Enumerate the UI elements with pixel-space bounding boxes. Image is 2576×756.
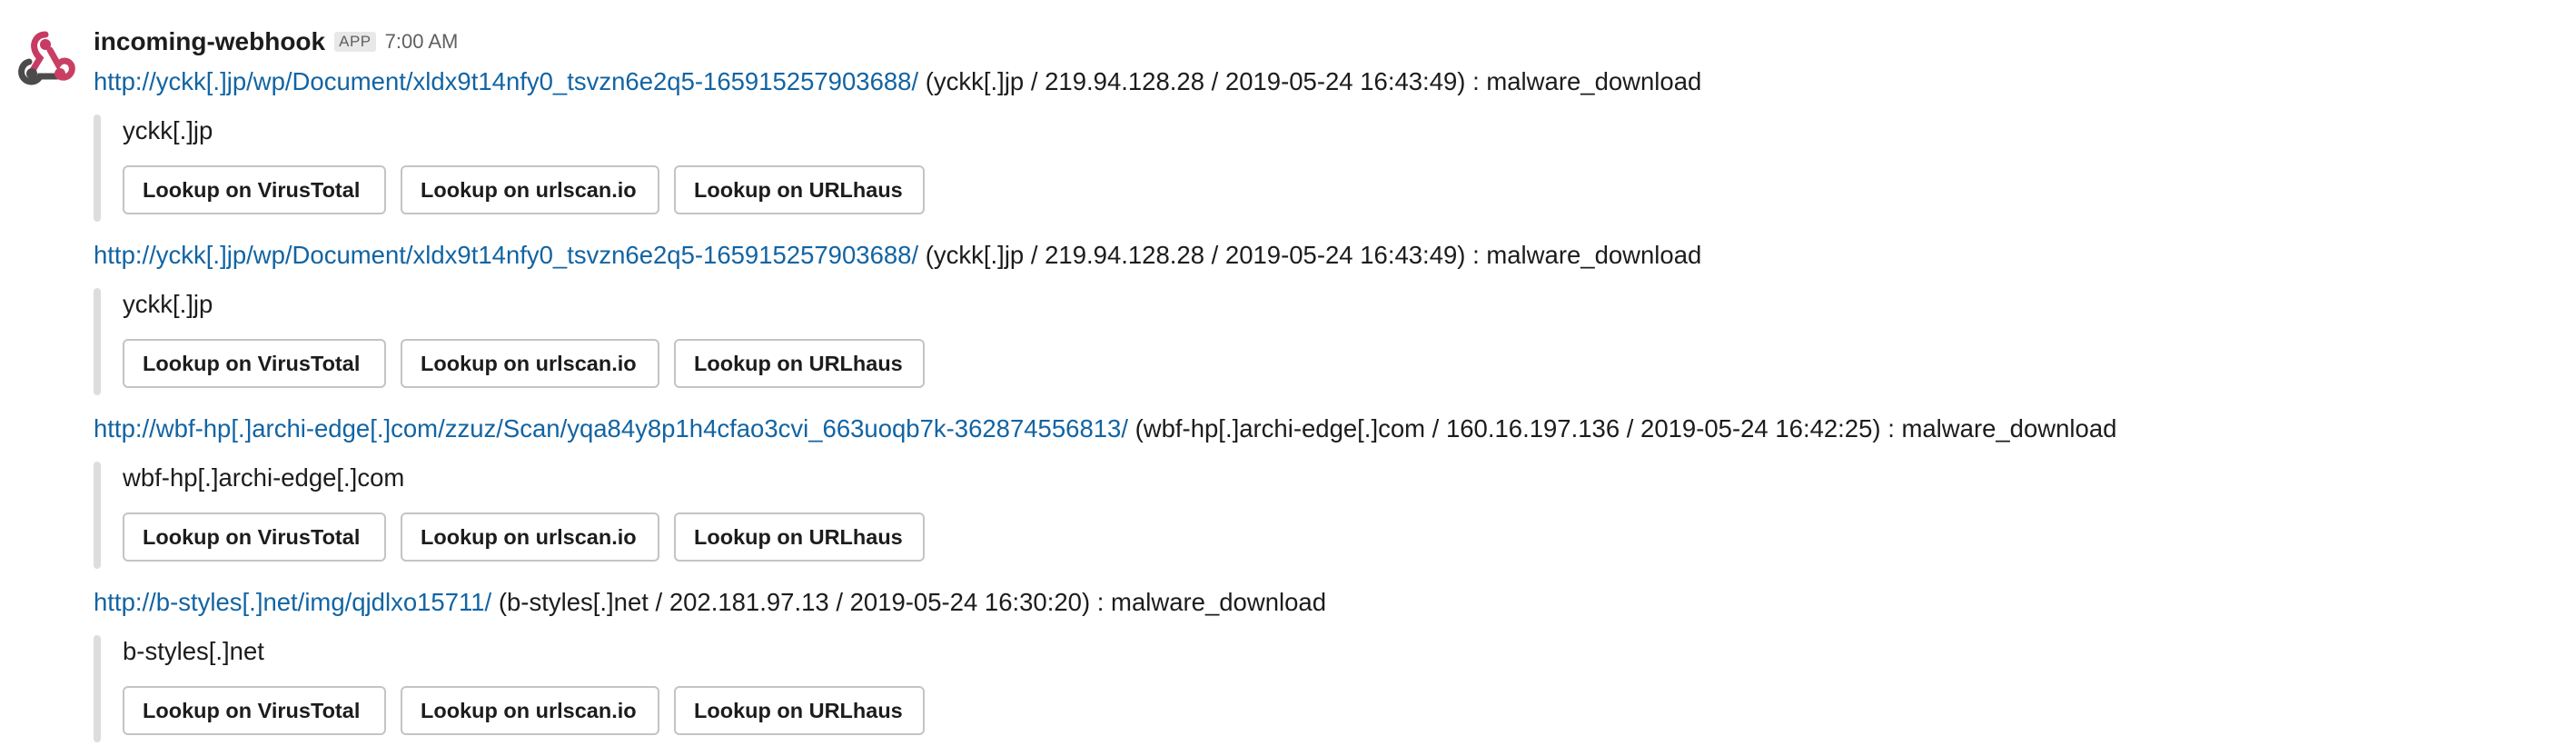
alert-info: (b-styles[.]net / 202.181.97.13 / 2019-0…	[491, 588, 1326, 616]
attachment: wbf-hp[.]archi-edge[.]com Lookup on Viru…	[94, 462, 2546, 569]
webhook-icon[interactable]	[13, 25, 78, 91]
lookup-urlscan-button[interactable]: Lookup on urlscan.io	[401, 165, 659, 214]
alert-info: (yckk[.]jp / 219.94.128.28 / 2019-05-24 …	[918, 67, 1702, 95]
attachment: yckk[.]jp Lookup on VirusTotal Lookup on…	[94, 288, 2546, 395]
attachment-bar	[94, 462, 101, 569]
action-buttons: Lookup on VirusTotal Lookup on urlscan.i…	[123, 339, 2546, 388]
malware-url-link[interactable]: http://yckk[.]jp/wp/Document/xldx9t14nfy…	[94, 67, 918, 95]
attachment: b-styles[.]net Lookup on VirusTotal Look…	[94, 635, 2546, 742]
alert-entry: http://yckk[.]jp/wp/Document/xldx9t14nfy…	[94, 239, 2546, 395]
attachment-domain: yckk[.]jp	[123, 116, 213, 144]
lookup-urlhaus-button[interactable]: Lookup on URLhaus	[674, 686, 925, 735]
alert-entry: http://yckk[.]jp/wp/Document/xldx9t14nfy…	[94, 65, 2546, 222]
lookup-urlhaus-button[interactable]: Lookup on URLhaus	[674, 512, 925, 562]
attachment: yckk[.]jp Lookup on VirusTotal Lookup on…	[94, 114, 2546, 222]
lookup-virustotal-button[interactable]: Lookup on VirusTotal	[123, 339, 386, 388]
sender-name[interactable]: incoming-webhook	[94, 27, 325, 56]
lookup-virustotal-button[interactable]: Lookup on VirusTotal	[123, 512, 386, 562]
action-buttons: Lookup on VirusTotal Lookup on urlscan.i…	[123, 686, 2546, 735]
timestamp[interactable]: 7:00 AM	[385, 30, 459, 54]
app-badge: APP	[334, 32, 376, 52]
alert-info: (yckk[.]jp / 219.94.128.28 / 2019-05-24 …	[918, 241, 1702, 269]
lookup-virustotal-button[interactable]: Lookup on VirusTotal	[123, 165, 386, 214]
alert-entry: http://wbf-hp[.]archi-edge[.]com/zzuz/Sc…	[94, 413, 2546, 569]
lookup-urlhaus-button[interactable]: Lookup on URLhaus	[674, 165, 925, 214]
alert-info: (wbf-hp[.]archi-edge[.]com / 160.16.197.…	[1127, 414, 2117, 443]
attachment-domain: yckk[.]jp	[123, 290, 213, 318]
attachment-domain: b-styles[.]net	[123, 637, 264, 665]
message: incoming-webhook APP 7:00 AM http://yckk…	[0, 0, 2576, 756]
attachment-bar	[94, 635, 101, 742]
attachment-domain: wbf-hp[.]archi-edge[.]com	[123, 463, 405, 492]
lookup-urlscan-button[interactable]: Lookup on urlscan.io	[401, 512, 659, 562]
action-buttons: Lookup on VirusTotal Lookup on urlscan.i…	[123, 512, 2546, 562]
attachment-bar	[94, 288, 101, 395]
lookup-urlscan-button[interactable]: Lookup on urlscan.io	[401, 686, 659, 735]
webhook-icon-svg	[18, 31, 75, 85]
attachment-bar	[94, 114, 101, 222]
malware-url-link[interactable]: http://yckk[.]jp/wp/Document/xldx9t14nfy…	[94, 241, 918, 269]
lookup-urlhaus-button[interactable]: Lookup on URLhaus	[674, 339, 925, 388]
action-buttons: Lookup on VirusTotal Lookup on urlscan.i…	[123, 165, 2546, 214]
malware-url-link[interactable]: http://b-styles[.]net/img/qjdlxo15711/	[94, 588, 491, 616]
alert-line: http://yckk[.]jp/wp/Document/xldx9t14nfy…	[94, 65, 2546, 98]
malware-url-link[interactable]: http://wbf-hp[.]archi-edge[.]com/zzuz/Sc…	[94, 414, 1128, 443]
alert-line: http://yckk[.]jp/wp/Document/xldx9t14nfy…	[94, 239, 2546, 272]
message-header: incoming-webhook APP 7:00 AM	[94, 25, 458, 58]
alert-entry: http://b-styles[.]net/img/qjdlxo15711/ (…	[94, 586, 2546, 742]
lookup-urlscan-button[interactable]: Lookup on urlscan.io	[401, 339, 659, 388]
alert-line: http://wbf-hp[.]archi-edge[.]com/zzuz/Sc…	[94, 413, 2546, 445]
alert-line: http://b-styles[.]net/img/qjdlxo15711/ (…	[94, 586, 2546, 619]
lookup-virustotal-button[interactable]: Lookup on VirusTotal	[123, 686, 386, 735]
